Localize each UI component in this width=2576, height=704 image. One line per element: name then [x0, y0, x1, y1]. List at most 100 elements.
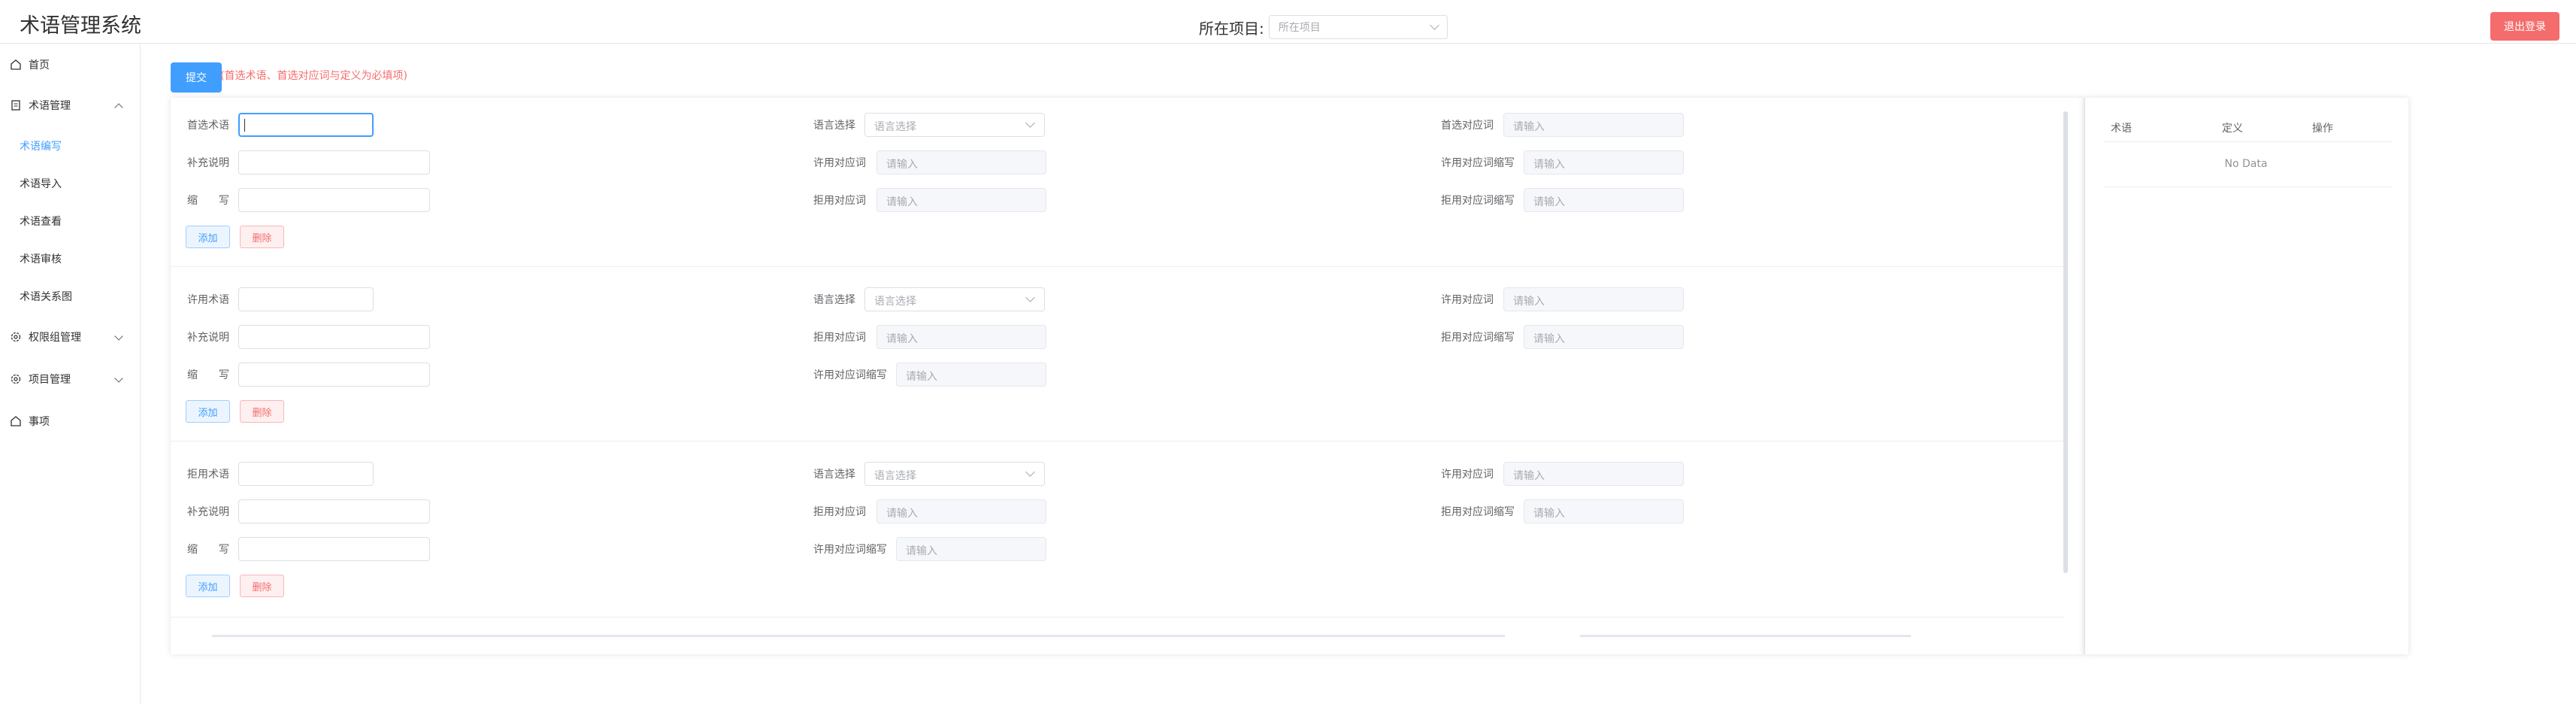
allowed-equivalent-input[interactable]: 请输入 — [876, 150, 1046, 174]
add-button[interactable]: 添加 — [186, 226, 230, 248]
sidebar-sub-term-view[interactable]: 术语查看 — [20, 206, 62, 236]
input-placeholder: 请输入 — [886, 333, 918, 345]
rejected-equivalent-abbr-input[interactable]: 请输入 — [1524, 499, 1684, 523]
allowed-term-input[interactable] — [238, 287, 374, 311]
sidebar-item-label: 项目管理 — [29, 374, 71, 386]
horizontal-scrollbar[interactable] — [212, 635, 1505, 637]
field-label: 补充说明 — [187, 157, 229, 169]
sidebar-item-label: 权限组管理 — [29, 332, 81, 344]
input-placeholder: 请输入 — [1513, 470, 1545, 482]
language-select[interactable]: 语言选择 — [864, 287, 1045, 311]
supplement-input[interactable] — [238, 499, 430, 523]
language-select[interactable]: 语言选择 — [864, 113, 1045, 137]
preferred-term-input[interactable] — [238, 113, 374, 137]
abbreviation-input[interactable] — [238, 188, 430, 212]
gear-icon — [9, 330, 23, 344]
allowed-equivalent-abbr-input[interactable]: 请输入 — [896, 363, 1046, 387]
input-placeholder: 请输入 — [1533, 196, 1565, 208]
field-label: 缩 写 — [187, 544, 229, 556]
sidebar-item-perm-group[interactable]: 权限组管理 — [0, 322, 140, 352]
field-label: 拒用对应词缩写 — [1441, 506, 1515, 518]
rejected-equivalent-abbr-input[interactable]: 请输入 — [1524, 188, 1684, 212]
sidebar-sub-term-import[interactable]: 术语导入 — [20, 168, 62, 199]
field-label: 许用对应词缩写 — [813, 544, 887, 556]
field-label: 许用术语 — [187, 294, 229, 306]
table-empty-text: No Data — [2224, 158, 2268, 170]
field-label: 许用对应词 — [813, 157, 866, 169]
submit-button[interactable]: 提交 — [171, 62, 222, 93]
home-icon — [9, 414, 23, 428]
chevron-down-icon — [1025, 293, 1035, 302]
rejected-equivalent-input[interactable]: 请输入 — [876, 499, 1046, 523]
document-icon — [9, 99, 23, 112]
abbreviation-input[interactable] — [238, 537, 430, 561]
table-header-actions: 操作 — [2312, 123, 2333, 135]
sidebar-item-label: 首页 — [29, 59, 50, 71]
allowed-equivalent-abbr-input[interactable]: 请输入 — [1524, 150, 1684, 174]
supplement-input[interactable] — [238, 150, 430, 174]
section-divider — [171, 617, 2065, 618]
abbreviation-input[interactable] — [238, 363, 430, 387]
project-label: 所在项目: — [1199, 19, 1264, 38]
project-select[interactable]: 所在项目 — [1268, 15, 1448, 39]
delete-button[interactable]: 删除 — [240, 575, 284, 597]
horizontal-scrollbar[interactable] — [1580, 635, 1911, 637]
app-title: 术语管理系统 — [20, 14, 141, 38]
field-label: 语言选择 — [813, 294, 855, 306]
required-hint: (首选术语、首选对应词与定义为必填项) — [220, 70, 407, 82]
input-placeholder: 请输入 — [1513, 296, 1545, 308]
chevron-down-icon — [114, 332, 123, 341]
vertical-scrollbar[interactable] — [2063, 111, 2068, 573]
sidebar-sub-term-review[interactable]: 术语审核 — [20, 244, 62, 274]
input-placeholder: 请输入 — [886, 196, 918, 208]
input-placeholder: 请输入 — [1513, 121, 1545, 133]
term-table-card: 术语 定义 操作 No Data — [2084, 98, 2408, 654]
sidebar-item-home[interactable]: 首页 — [0, 50, 140, 80]
rejected-equivalent-input[interactable]: 请输入 — [876, 325, 1046, 349]
sidebar-sub-term-write[interactable]: 术语编写 — [20, 131, 62, 161]
rejected-equivalent-abbr-input[interactable]: 请输入 — [1524, 325, 1684, 349]
logout-button[interactable]: 退出登录 — [2490, 12, 2559, 41]
allowed-equivalent-abbr-input[interactable]: 请输入 — [896, 537, 1046, 561]
sidebar-item-term-mgmt[interactable]: 术语管理 — [0, 90, 140, 120]
table-header-definition: 定义 — [2222, 123, 2243, 135]
field-label: 首选术语 — [187, 120, 229, 132]
allowed-equivalent-input[interactable]: 请输入 — [1503, 287, 1684, 311]
field-label: 许用对应词缩写 — [813, 369, 887, 381]
field-label: 拒用术语 — [187, 469, 229, 481]
preferred-equivalent-input[interactable]: 请输入 — [1503, 113, 1684, 137]
app-root: 术语管理系统 所在项目: 所在项目 退出登录 首页 术语管理 术语编写 术语导入… — [0, 0, 2576, 704]
delete-button[interactable]: 删除 — [240, 226, 284, 248]
supplement-input[interactable] — [238, 325, 430, 349]
chevron-down-icon — [1025, 118, 1035, 128]
input-placeholder: 请输入 — [1533, 333, 1565, 345]
field-label: 缩 写 — [187, 369, 229, 381]
term-form-card: 首选术语 补充说明 缩 写 添加 删除 语言选择 语言选择 许用对应词 请输入 … — [171, 98, 2084, 654]
field-label: 语言选择 — [813, 469, 855, 481]
top-header: 术语管理系统 所在项目: 所在项目 退出登录 — [0, 0, 2576, 44]
rejected-equivalent-input[interactable]: 请输入 — [876, 188, 1046, 212]
language-select-placeholder: 语言选择 — [874, 296, 916, 308]
table-header-divider — [2103, 141, 2392, 142]
field-label: 首选对应词 — [1441, 120, 1494, 132]
allowed-equivalent-input[interactable]: 请输入 — [1503, 462, 1684, 486]
sidebar-item-project-mgmt[interactable]: 项目管理 — [0, 364, 140, 394]
chevron-down-icon — [1025, 467, 1035, 477]
rejected-term-input[interactable] — [238, 462, 374, 486]
home-icon — [9, 58, 23, 71]
sidebar: 首页 术语管理 术语编写 术语导入 术语查看 术语审核 术语关系图 权限组管理 … — [0, 44, 141, 704]
sidebar-item-items[interactable]: 事项 — [0, 406, 140, 436]
add-button[interactable]: 添加 — [186, 575, 230, 597]
sidebar-sub-term-graph[interactable]: 术语关系图 — [20, 281, 72, 311]
language-select-placeholder: 语言选择 — [874, 470, 916, 482]
add-button[interactable]: 添加 — [186, 400, 230, 423]
field-label: 拒用对应词缩写 — [1441, 332, 1515, 344]
chevron-down-icon — [114, 374, 123, 383]
section-divider — [171, 266, 2065, 267]
input-placeholder: 请输入 — [906, 545, 937, 557]
section-divider — [171, 441, 2065, 442]
delete-button[interactable]: 删除 — [240, 400, 284, 423]
language-select[interactable]: 语言选择 — [864, 462, 1045, 486]
field-label: 补充说明 — [187, 332, 229, 344]
project-select-placeholder: 所在项目 — [1278, 22, 1321, 34]
